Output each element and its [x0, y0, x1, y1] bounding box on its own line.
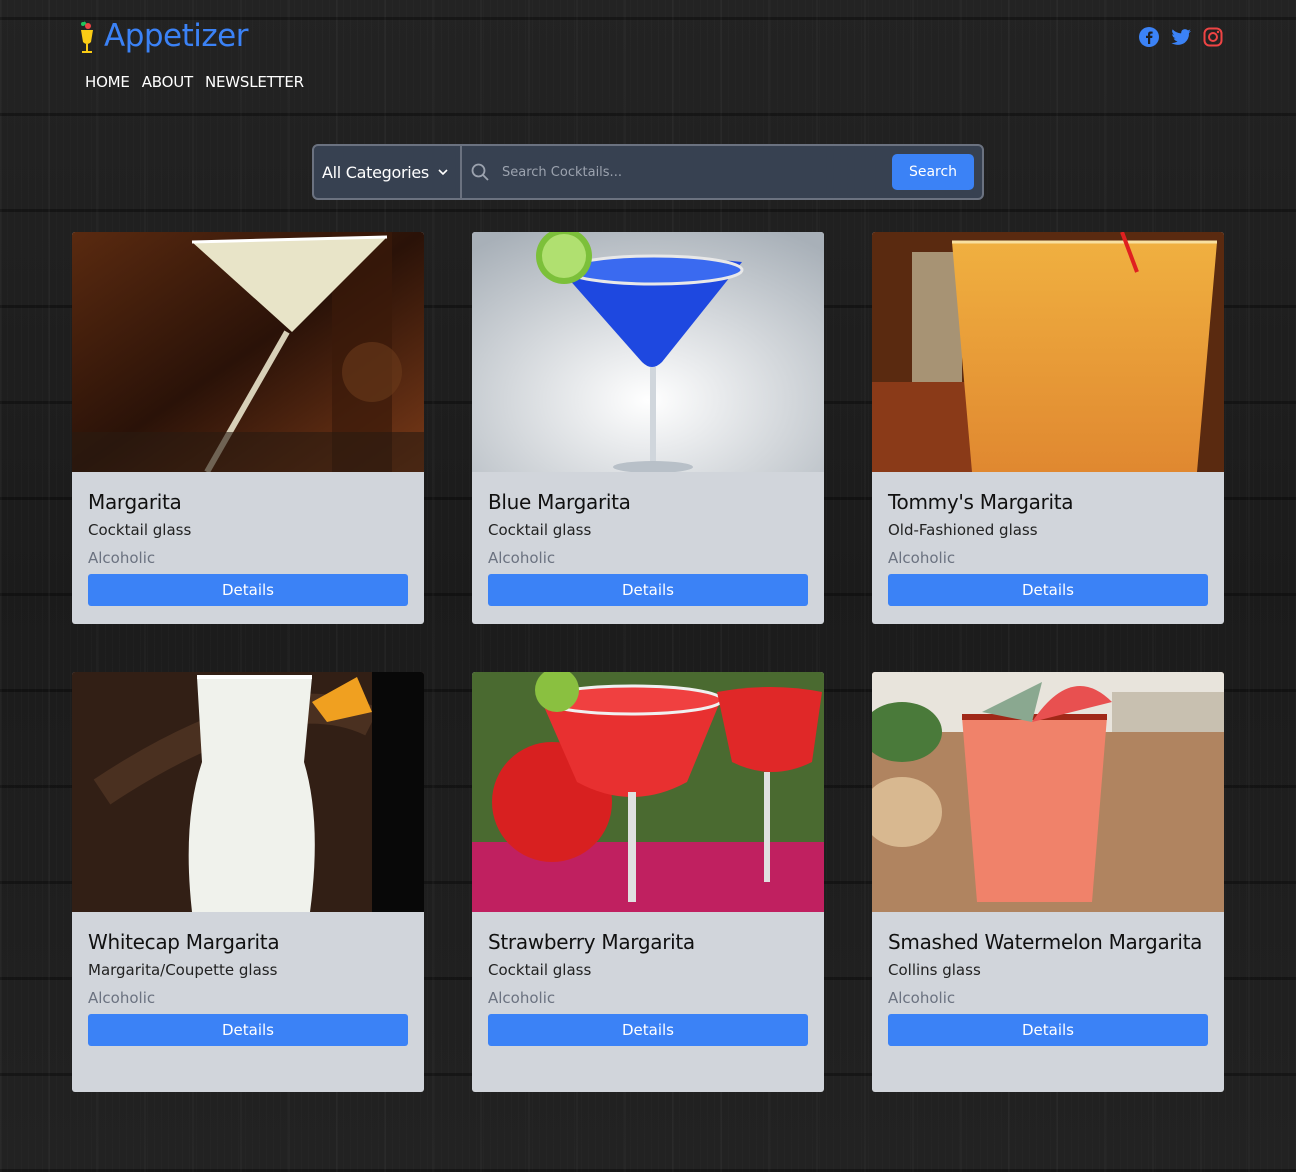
alcoholic-type: Alcoholic — [488, 989, 556, 1007]
cocktail-image[interactable] — [872, 672, 1224, 912]
glass-type: Margarita/Coupette glass — [88, 961, 278, 979]
twitter-icon[interactable] — [1170, 26, 1192, 48]
category-label: All Categories — [322, 162, 429, 182]
glass-type: Cocktail glass — [488, 961, 592, 979]
facebook-icon[interactable] — [1138, 26, 1160, 48]
nav-newsletter[interactable]: NEWSLETTER — [205, 73, 304, 91]
search-button[interactable]: Search — [892, 154, 974, 190]
cocktail-image[interactable] — [72, 232, 424, 472]
glass-type: Cocktail glass — [488, 521, 592, 539]
chevron-down-icon — [438, 169, 448, 176]
cocktail-name: Tommy's Margarita — [888, 490, 1074, 514]
cocktail-icon — [81, 21, 93, 53]
glass-type: Old-Fashioned glass — [888, 521, 1038, 539]
cocktail-name: Blue Margarita — [488, 490, 631, 514]
cocktail-name: Smashed Watermelon Margarita — [888, 930, 1203, 954]
alcoholic-type: Alcoholic — [88, 989, 156, 1007]
details-button[interactable]: Details — [88, 1014, 408, 1046]
cocktail-card: Blue Margarita Cocktail glass Alcoholic … — [472, 232, 824, 624]
logo[interactable]: Appetizer — [76, 18, 249, 54]
brand-name: Appetizer — [104, 18, 249, 54]
instagram-icon[interactable] — [1202, 26, 1224, 48]
search-bar: All Categories Search — [312, 144, 984, 200]
social-links — [1138, 26, 1224, 48]
cocktail-name: Margarita — [88, 490, 182, 514]
details-button[interactable]: Details — [888, 574, 1208, 606]
details-button[interactable]: Details — [488, 574, 808, 606]
cocktail-image[interactable] — [472, 232, 824, 472]
cocktail-image[interactable] — [872, 232, 1224, 472]
cocktail-name: Whitecap Margarita — [88, 930, 280, 954]
cocktail-card: Whitecap Margarita Margarita/Coupette gl… — [72, 672, 424, 1092]
cocktail-name: Strawberry Margarita — [488, 930, 695, 954]
glass-type: Cocktail glass — [88, 521, 192, 539]
category-dropdown[interactable]: All Categories — [314, 146, 462, 198]
alcoholic-type: Alcoholic — [888, 989, 956, 1007]
details-button[interactable]: Details — [888, 1014, 1208, 1046]
nav-home[interactable]: HOME — [85, 73, 130, 91]
glass-type: Collins glass — [888, 961, 981, 979]
alcoholic-type: Alcoholic — [488, 549, 556, 567]
details-button[interactable]: Details — [488, 1014, 808, 1046]
search-input[interactable] — [490, 146, 892, 198]
cocktail-card: Smashed Watermelon Margarita Collins gla… — [872, 672, 1224, 1092]
cocktail-card: Strawberry Margarita Cocktail glass Alco… — [472, 672, 824, 1092]
cocktail-card: Tommy's Margarita Old-Fashioned glass Al… — [872, 232, 1224, 624]
alcoholic-type: Alcoholic — [88, 549, 156, 567]
site-header: Appetizer HOME ABOUT NEWSLETTER — [0, 0, 1296, 110]
search-icon — [471, 163, 489, 181]
alcoholic-type: Alcoholic — [888, 549, 956, 567]
details-button[interactable]: Details — [88, 574, 408, 606]
cocktail-image[interactable] — [72, 672, 424, 912]
cocktail-card: Margarita Cocktail glass Alcoholic Detai… — [72, 232, 424, 624]
nav-about[interactable]: ABOUT — [142, 73, 193, 91]
main-nav: HOME ABOUT NEWSLETTER — [85, 73, 304, 91]
cocktail-image[interactable] — [472, 672, 824, 912]
